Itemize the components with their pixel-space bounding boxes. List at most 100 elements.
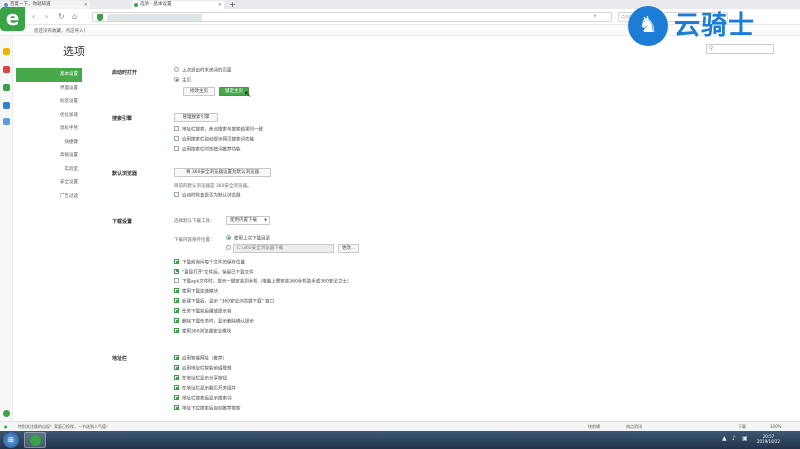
download-option[interactable]: 使用下载加速模块 <box>174 288 218 295</box>
checkbox[interactable] <box>174 385 179 390</box>
download-option[interactable]: 下载前询问每个文件的保存位置 <box>174 259 245 266</box>
close-icon[interactable]: × <box>218 1 222 9</box>
address-bar-option[interactable]: 地址栏搜索后显示搜索词 <box>174 395 232 402</box>
checkbox[interactable] <box>174 288 179 293</box>
radio[interactable] <box>226 245 231 250</box>
windows-taskbar: ⊞ ▲ ♪ ▣ 20:57 2019/10/22 <box>0 431 800 449</box>
notice-icon[interactable]: ● <box>4 424 8 429</box>
manage-search-engine-button[interactable]: 管理搜索引擎 <box>174 113 218 122</box>
back-button[interactable]: ‹ <box>32 12 35 21</box>
download-tool-select[interactable]: 使用内置下载 <box>226 216 270 225</box>
checkbox[interactable] <box>174 298 179 303</box>
tab-options[interactable]: 选项 - 基本设置 × <box>132 1 224 9</box>
nav-item-interface[interactable]: 界面设置 <box>16 82 82 96</box>
checkbox[interactable] <box>174 308 179 313</box>
section-title-address-bar: 地址栏 <box>112 356 128 362</box>
nav-item-security[interactable]: 安全设置 <box>16 176 82 190</box>
download-save-label: 下载内容保存位置： <box>174 238 215 243</box>
status-item-download[interactable]: 下载 <box>738 424 746 430</box>
brand-name: 云骑士 <box>674 11 756 41</box>
checkbox[interactable] <box>174 259 179 264</box>
search-icon: ⚲ <box>709 45 714 52</box>
checkbox[interactable] <box>174 146 179 151</box>
address-bar-option[interactable]: 启用智能网址（推荐） <box>174 355 227 362</box>
nav-item-mouse-gesture[interactable]: 鼠标手势 <box>16 122 82 136</box>
speed-mode-icon[interactable]: ⚡ <box>593 13 597 21</box>
checkbox[interactable] <box>174 136 179 141</box>
download-option[interactable]: 任务下载完后播放提示音 <box>174 308 232 315</box>
address-bar[interactable]: ⚡ <box>92 12 612 22</box>
change-home-button[interactable]: 修改主页 <box>183 87 215 96</box>
checkbox[interactable] <box>174 126 179 131</box>
nav-item-lab[interactable]: 实验室 <box>16 163 82 177</box>
weibo-icon[interactable] <box>3 66 10 73</box>
download-option[interactable]: 新建下载后，显示 "360安全浏览器下载" 窗口 <box>174 298 274 305</box>
nav-item-basic[interactable]: 基本设置 <box>16 68 82 82</box>
taskbar-clock[interactable]: 20:57 2019/10/22 <box>757 434 780 444</box>
checkbox[interactable] <box>174 268 179 274</box>
status-message[interactable]: 特别关注版的出现！家庭已投保，一节选到人气值！ <box>18 424 110 430</box>
nav-item-adblock[interactable]: 广告过滤 <box>16 190 82 204</box>
download-path-field[interactable]: C:\360安全浏览器下载 <box>233 244 334 253</box>
checkbox[interactable] <box>174 395 179 400</box>
checkbox[interactable] <box>174 405 179 410</box>
checkbox[interactable] <box>174 278 179 283</box>
network-icon[interactable]: ▣ <box>742 435 748 442</box>
browser-sidebar <box>0 36 13 431</box>
tray-arrow-icon[interactable]: ▲ <box>722 435 727 442</box>
favorites-icon[interactable] <box>3 48 10 55</box>
download-option[interactable]: 使用360浏览器安全模块 <box>174 328 231 335</box>
search-option[interactable]: 启用搜索栏自动提示网页搜索词功能 <box>174 136 254 143</box>
search-option[interactable]: 启用搜索栏时热搜词推荐功能 <box>174 146 241 153</box>
nav-item-tabs[interactable]: 标签设置 <box>16 95 82 109</box>
nav-item-advanced[interactable]: 高级设置 <box>16 149 82 163</box>
taskbar-app-browser[interactable] <box>24 432 46 448</box>
mail-icon[interactable] <box>3 84 10 91</box>
startup-option-home[interactable]: 主页 <box>174 77 191 84</box>
download-option-last-dir[interactable]: 使用上次下载目录 <box>226 235 270 242</box>
new-tab-button[interactable]: + <box>229 0 236 9</box>
startup-option-last[interactable]: 上次退出时未关闭的页面 <box>174 67 232 74</box>
address-bar-option[interactable]: 地址下拉搜索后自动推荐搜索 <box>174 405 241 412</box>
nav-item-shortcuts[interactable]: 快捷键 <box>16 136 82 150</box>
section-title-download: 下载设置 <box>112 219 133 225</box>
status-item-clip[interactable]: 快剪辑 <box>588 424 600 430</box>
download-option[interactable]: 删除下载任务时，显示删除确认提示 <box>174 318 254 325</box>
radio[interactable] <box>226 235 231 240</box>
radio[interactable] <box>174 77 179 82</box>
radio[interactable] <box>174 67 179 72</box>
address-bar-option[interactable]: 在地址栏显示分享按钮 <box>174 375 227 382</box>
default-browser-check-option[interactable]: 启动时检查是否为默认浏览器 <box>174 192 241 199</box>
change-path-button[interactable]: 更改... <box>338 244 359 253</box>
notes-icon[interactable] <box>3 102 10 109</box>
docs-icon[interactable] <box>3 118 10 125</box>
volume-icon[interactable]: ♪ <box>732 435 736 442</box>
close-icon[interactable]: × <box>84 1 88 9</box>
checkbox[interactable] <box>174 318 179 323</box>
assistant-icon[interactable] <box>3 410 10 417</box>
checkbox[interactable] <box>174 375 179 380</box>
search-option[interactable]: 地址栏搜索，焦点搜索与搜索结果同一致 <box>174 126 263 133</box>
status-item-news[interactable]: 热点资讯 <box>626 424 642 430</box>
reload-button[interactable]: ↻ <box>58 12 65 21</box>
favorites-import-hint[interactable]: 您还没有收藏，点这导入！ <box>34 28 88 34</box>
set-default-browser-button[interactable]: 将 360安全浏览器设置为默认浏览器 <box>174 168 271 177</box>
home-button[interactable]: ⌂ <box>72 12 77 21</box>
address-bar-option[interactable]: 在地址栏显示翻页开关插件 <box>174 385 236 392</box>
section-title-search: 搜索引擎 <box>112 116 133 122</box>
download-option[interactable]: "直接打开"文件后，保留已下载文件 <box>174 268 254 276</box>
download-option[interactable]: 下载apk文件时，提示一键安装到手机（电脑上需安装360手机助手或360安全卫士… <box>174 278 351 285</box>
address-bar-option[interactable]: 启用地址栏智能前缀联想 <box>174 365 232 372</box>
browser-logo: e <box>0 7 25 31</box>
status-item-zoom[interactable]: 100% <box>770 424 781 429</box>
checkbox[interactable] <box>174 365 179 370</box>
checkbox[interactable] <box>174 192 179 197</box>
start-button[interactable]: ⊞ <box>3 432 19 448</box>
forward-button[interactable]: › <box>45 12 48 21</box>
nav-item-optimize[interactable]: 优化加速 <box>16 109 82 123</box>
knight-logo-icon: ♞ <box>628 6 668 46</box>
checkbox[interactable] <box>174 328 179 333</box>
status-bar: ● 特别关注版的出现！家庭已投保，一节选到人气值！ 快剪辑 热点资讯 下载 10… <box>0 421 800 431</box>
checkbox[interactable] <box>174 355 179 360</box>
default-browser-status: 目前的默认浏览器是 360安全浏览器。 <box>174 184 252 189</box>
